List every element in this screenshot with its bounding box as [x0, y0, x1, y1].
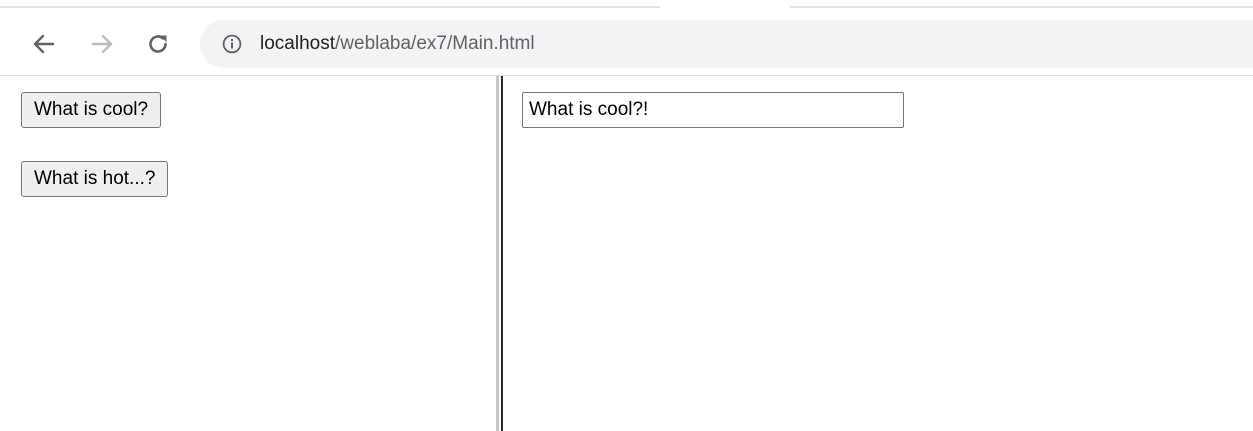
back-arrow-icon [33, 34, 55, 54]
forward-arrow-icon [91, 34, 113, 54]
right-frame [506, 76, 1253, 431]
tab-strip-edge [0, 6, 660, 8]
frame-border [501, 76, 503, 431]
what-is-hot-button[interactable]: What is hot...? [21, 161, 169, 197]
frame-resize-handle[interactable] [496, 76, 506, 431]
tab-strip-edge [790, 6, 1253, 8]
left-frame: What is cool? What is hot...? [0, 76, 496, 431]
info-icon[interactable] [222, 34, 242, 54]
forward-button[interactable] [86, 28, 118, 60]
reload-icon [149, 35, 167, 53]
url-host: localhost [260, 33, 335, 54]
output-text-field[interactable] [522, 92, 904, 128]
what-is-cool-button[interactable]: What is cool? [21, 92, 162, 128]
url-text[interactable]: localhost/weblaba/ex7/Main.html [260, 32, 535, 56]
url-path: /weblaba/ex7/Main.html [335, 33, 535, 54]
reload-button[interactable] [142, 28, 174, 60]
back-button[interactable] [28, 28, 60, 60]
browser-toolbar: localhost/weblaba/ex7/Main.html [0, 0, 1253, 76]
